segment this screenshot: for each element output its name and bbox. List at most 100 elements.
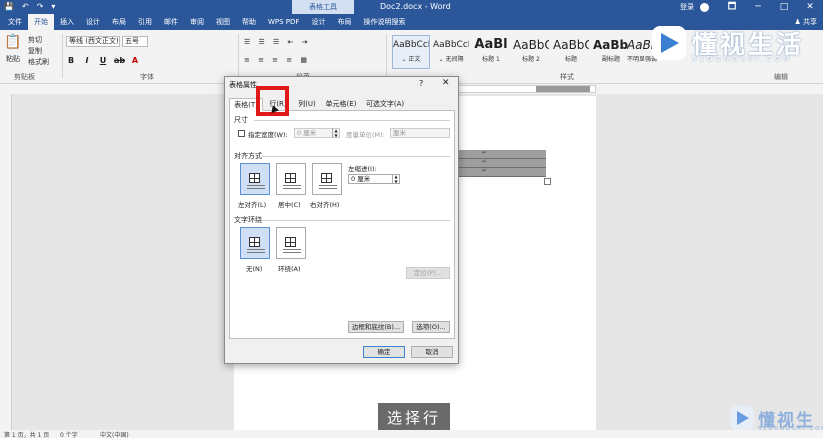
options-button[interactable]: 选项(O)... — [412, 321, 450, 333]
italic-button[interactable]: I — [82, 56, 92, 65]
tab-table-layout[interactable]: 布局 — [331, 14, 357, 30]
table-row[interactable]: ↵ — [458, 158, 546, 168]
tab-wps-pdf[interactable]: WPS PDF — [262, 14, 305, 30]
tab-view[interactable]: 视图 — [210, 14, 236, 30]
borders-shading-button[interactable]: 边框和底纹(B)... — [348, 321, 404, 333]
document-table[interactable]: ↵ ↵ ↵ — [458, 149, 546, 178]
width-spinner[interactable]: ▲ ▼ — [332, 128, 339, 138]
word-count[interactable]: 0 个字 — [60, 430, 78, 438]
redo-icon[interactable]: ↷ — [37, 2, 44, 11]
style-title[interactable]: AaBbC 标题 — [552, 35, 590, 69]
style-sample: AaBbC — [513, 38, 549, 52]
close-button[interactable]: ✕ — [797, 0, 823, 14]
maximize-button[interactable]: □ — [771, 0, 797, 14]
undo-icon[interactable]: ↶ — [22, 2, 29, 11]
copy-button[interactable]: 复制 — [28, 46, 42, 56]
indent-spinner[interactable]: ▲ ▼ — [392, 174, 399, 184]
tab-column[interactable]: 列(U) — [295, 98, 319, 111]
ok-button[interactable]: 确定 — [363, 346, 405, 358]
table-icon — [285, 237, 296, 247]
measure-in-label: 度量单位(M): — [346, 131, 385, 139]
divider — [254, 120, 450, 121]
tab-review[interactable]: 审阅 — [184, 14, 210, 30]
window-controls: 🗖 ─ □ ✕ — [719, 0, 823, 14]
underline-button[interactable]: U — [98, 56, 108, 65]
wrap-none-label: 无(N) — [246, 265, 263, 273]
style-name: 不明显强调 — [627, 56, 658, 63]
clipboard-group-label: 剪贴板 — [14, 73, 35, 81]
tab-design[interactable]: 设计 — [80, 14, 106, 30]
preferred-width-checkbox[interactable] — [238, 130, 245, 137]
font-name-select[interactable]: 等线 (西文正文) — [66, 36, 120, 47]
dialog-title: 表格属性 — [229, 81, 257, 89]
font-color-button[interactable]: A — [130, 56, 140, 65]
page-count[interactable]: 第 1 页，共 1 页 — [4, 430, 49, 438]
ruler-table-marker — [536, 86, 590, 92]
cut-button[interactable]: 剪切 — [28, 35, 42, 45]
tab-references[interactable]: 引用 — [132, 14, 158, 30]
dialog-close-button[interactable]: ✕ — [442, 78, 450, 88]
style-sample: AaBl — [474, 37, 508, 52]
table-icon — [249, 237, 260, 247]
watermark-site: 51DONGSHI.COM — [692, 55, 792, 63]
divider — [262, 156, 450, 157]
tab-home[interactable]: 开始 — [28, 14, 54, 30]
bold-button[interactable]: B — [66, 56, 76, 65]
paragraph-controls[interactable]: ☰ ☰ ☰ ⇤ ⇥ — [244, 38, 310, 46]
align-left-option[interactable] — [240, 163, 270, 195]
tab-table-design[interactable]: 设计 — [305, 14, 331, 30]
alignment-controls[interactable]: ≡ ≡ ≡ ≡ ▦ — [244, 56, 310, 64]
tab-insert[interactable]: 插入 — [54, 14, 80, 30]
paste-icon[interactable]: 📋 — [4, 34, 21, 50]
tell-me-search[interactable]: 操作说明搜索 — [357, 14, 411, 30]
align-right-label: 右对齐(H) — [310, 201, 340, 209]
save-icon[interactable]: 💾 — [4, 2, 14, 11]
avatar[interactable] — [700, 2, 709, 12]
table-row[interactable]: ↵ — [458, 149, 546, 159]
help-button[interactable]: ? — [419, 79, 423, 88]
vertical-ruler[interactable] — [0, 94, 12, 430]
text-lines-icon — [247, 185, 265, 189]
style-heading-2[interactable]: AaBbC 标题 2 — [512, 35, 550, 69]
tab-file[interactable]: 文件 — [2, 14, 28, 30]
minimize-button[interactable]: ─ — [745, 0, 771, 14]
language-indicator[interactable]: 中文(中国) — [100, 430, 129, 438]
style-no-spacing[interactable]: AaBbCcDc ⌄ 无间隔 — [432, 35, 470, 69]
tab-cell[interactable]: 单元格(E) — [321, 98, 361, 111]
tab-layout[interactable]: 布局 — [106, 14, 132, 30]
ribbon-display-icon[interactable]: 🗖 — [719, 0, 745, 14]
divider — [262, 220, 450, 221]
style-subtitle[interactable]: AaBbC 副标题 — [592, 35, 630, 69]
document-title: Doc2.docx - Word — [380, 2, 451, 11]
positioning-button[interactable]: 定位(P)... — [406, 267, 450, 279]
font-size-select[interactable]: 五号 — [122, 36, 148, 47]
group-divider — [62, 34, 63, 78]
align-center-option[interactable] — [276, 163, 306, 195]
style-normal[interactable]: AaBbCcDc ⌄ 正文 — [392, 35, 430, 69]
cancel-button[interactable]: 取消 — [411, 346, 453, 358]
wrap-around-option[interactable] — [276, 227, 306, 259]
table-resize-handle[interactable] — [544, 178, 551, 185]
alignment-section-title: 对齐方式 — [234, 152, 262, 160]
style-sample: AaBbCcDc — [393, 40, 429, 50]
table-row[interactable]: ↵ — [458, 167, 546, 177]
measure-in-select[interactable]: 厘米 — [390, 128, 450, 138]
strikethrough-button[interactable]: ab — [114, 56, 125, 65]
paste-button[interactable]: 粘贴 — [6, 54, 20, 64]
signin-label[interactable]: 登录 — [680, 2, 694, 12]
font-format-row: B I U ab A — [66, 56, 140, 65]
tab-alt-text[interactable]: 可选文字(A) — [363, 98, 407, 111]
contextual-tab-label: 表格工具 — [292, 0, 354, 14]
wrap-none-option[interactable] — [240, 227, 270, 259]
account-area[interactable]: 登录 — [680, 2, 709, 12]
style-sample: AaBbC — [553, 38, 589, 52]
tab-help[interactable]: 帮助 — [236, 14, 262, 30]
format-painter-button[interactable]: 格式刷 — [28, 57, 49, 67]
table-icon — [285, 173, 296, 183]
tab-mailings[interactable]: 邮件 — [158, 14, 184, 30]
style-heading-1[interactable]: AaBl 标题 1 — [472, 35, 510, 69]
style-name: 副标题 — [601, 56, 620, 63]
align-left-label: 左对齐(L) — [238, 201, 267, 209]
customize-qat-icon[interactable]: ▾ — [51, 2, 55, 11]
align-right-option[interactable] — [312, 163, 342, 195]
